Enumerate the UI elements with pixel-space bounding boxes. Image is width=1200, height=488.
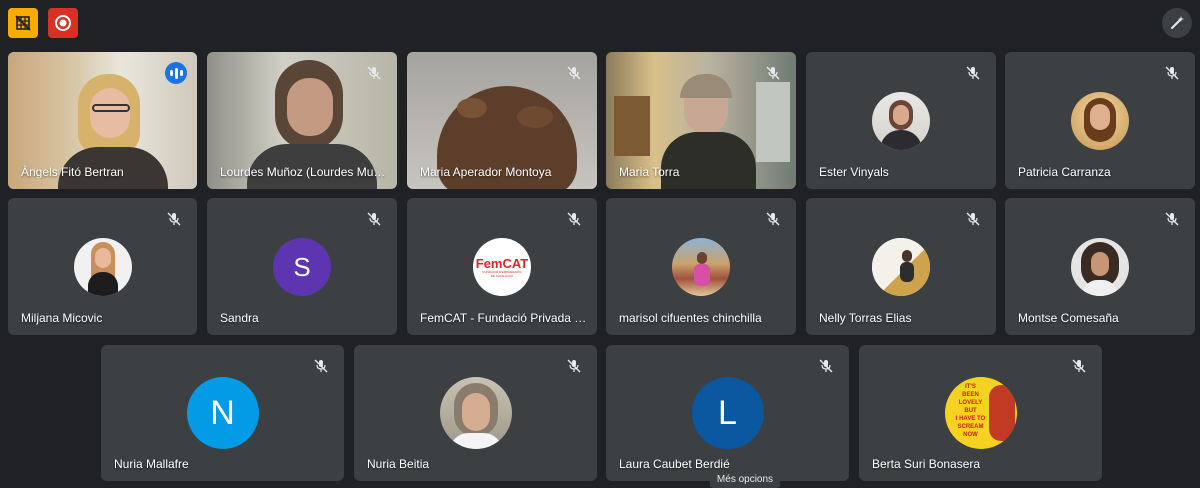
- avatar: S: [273, 238, 331, 296]
- poster-line: I HAVE TO: [955, 416, 986, 422]
- mic-off-icon: [962, 62, 984, 84]
- participant-tile[interactable]: Patricia Carranza: [1005, 52, 1195, 189]
- participant-tile[interactable]: marisol cifuentes chinchilla: [606, 198, 796, 335]
- mic-off-icon: [310, 355, 332, 377]
- avatar-letter: S: [293, 251, 311, 282]
- poster-line: NOW: [963, 432, 978, 438]
- mic-off-icon: [762, 208, 784, 230]
- participant-name: Miljana Micovic: [21, 311, 103, 325]
- participant-name: Montse Comesaña: [1018, 311, 1119, 325]
- participant-tile[interactable]: Miljana Micovic: [8, 198, 197, 335]
- participant-tile[interactable]: Maria Aperador Montoya: [407, 52, 597, 189]
- participant-name: Nuria Mallafre: [114, 457, 189, 471]
- mic-off-icon: [762, 62, 784, 84]
- participant-tile[interactable]: S Sandra: [207, 198, 397, 335]
- grid-off-button[interactable]: [8, 8, 38, 38]
- avatar: [1071, 92, 1129, 150]
- participant-tile[interactable]: N Nuria Mallafre: [101, 345, 344, 481]
- participant-tile[interactable]: Ester Vinyals: [806, 52, 996, 189]
- mic-off-icon: [563, 208, 585, 230]
- participant-tile[interactable]: Lourdes Muñoz (Lourdes Muñ...: [207, 52, 397, 189]
- avatar: N: [186, 377, 259, 449]
- mic-off-icon: [363, 208, 385, 230]
- participant-name: FemCAT - Fundació Privada d...: [420, 311, 587, 325]
- poster-line: BUT: [964, 408, 977, 414]
- mic-off-icon: [363, 62, 385, 84]
- pencil-sparkle-icon: [1171, 16, 1184, 29]
- poster-line: SCREAM: [957, 424, 984, 430]
- mic-off-icon: [163, 208, 185, 230]
- participant-name: Àngels Fitó Bertran: [21, 165, 124, 179]
- participant-tile[interactable]: Maria Torra: [606, 52, 796, 189]
- avatar-letter: L: [718, 393, 737, 432]
- participant-tile[interactable]: FemCAT FUNDACIÓ D'EMPRESARIS DE CATALUNY…: [407, 198, 597, 335]
- avatar-letter: N: [210, 393, 235, 432]
- poster-line: IT'S: [965, 384, 976, 390]
- avatar: [73, 238, 132, 296]
- participant-name: Maria Torra: [619, 165, 680, 179]
- record-icon: [55, 15, 71, 31]
- mic-off-icon: [563, 355, 585, 377]
- femcat-logo-text: FemCAT: [475, 255, 529, 271]
- avatar: [872, 92, 930, 150]
- mic-off-icon: [815, 355, 837, 377]
- participant-name: Nelly Torras Elias: [819, 311, 912, 325]
- avatar: IT'S BEEN LOVELY BUT I HAVE TO SCREAM NO…: [944, 377, 1017, 449]
- femcat-logo-sub: FUNDACIÓ D'EMPRESARIS DE CATALUNYA: [482, 269, 522, 278]
- participant-name: Nuria Beitia: [367, 457, 430, 471]
- participant-name: Ester Vinyals: [819, 165, 889, 179]
- participant-name: Berta Suri Bonasera: [872, 457, 981, 471]
- participant-tile[interactable]: Montse Comesaña: [1005, 198, 1195, 335]
- mic-off-icon: [1161, 62, 1183, 84]
- participant-tile[interactable]: IT'S BEEN LOVELY BUT I HAVE TO SCREAM NO…: [859, 345, 1102, 481]
- mic-off-icon: [962, 208, 984, 230]
- avatar: [872, 238, 930, 296]
- mic-off-icon: [563, 62, 585, 84]
- more-options-tooltip: Més opcions: [710, 472, 780, 488]
- poster-line: LOVELY: [958, 400, 983, 406]
- effects-button[interactable]: [1162, 8, 1192, 38]
- participant-tile[interactable]: Nuria Beitia: [354, 345, 597, 481]
- poster-line: BEEN: [962, 392, 979, 398]
- record-button[interactable]: [48, 8, 78, 38]
- speaking-indicator-icon: [165, 62, 187, 84]
- participant-tile[interactable]: Àngels Fitó Bertran: [8, 52, 197, 189]
- participant-name: Laura Caubet Berdié: [619, 457, 730, 471]
- avatar: [672, 238, 730, 296]
- avatar: L: [691, 377, 764, 449]
- mic-off-icon: [1068, 355, 1090, 377]
- participant-name: Sandra: [220, 311, 259, 325]
- participant-name: Maria Aperador Montoya: [420, 165, 552, 179]
- avatar: [1071, 238, 1129, 296]
- participant-name: Patricia Carranza: [1018, 165, 1111, 179]
- grid-off-icon: [15, 15, 31, 31]
- participant-tile[interactable]: L Laura Caubet Berdié: [606, 345, 849, 481]
- avatar: [439, 377, 512, 449]
- mic-off-icon: [1161, 208, 1183, 230]
- participant-name: marisol cifuentes chinchilla: [619, 311, 762, 325]
- avatar: FemCAT FUNDACIÓ D'EMPRESARIS DE CATALUNY…: [473, 238, 531, 296]
- participant-name: Lourdes Muñoz (Lourdes Muñ...: [220, 165, 387, 179]
- participant-tile[interactable]: Nelly Torras Elias: [806, 198, 996, 335]
